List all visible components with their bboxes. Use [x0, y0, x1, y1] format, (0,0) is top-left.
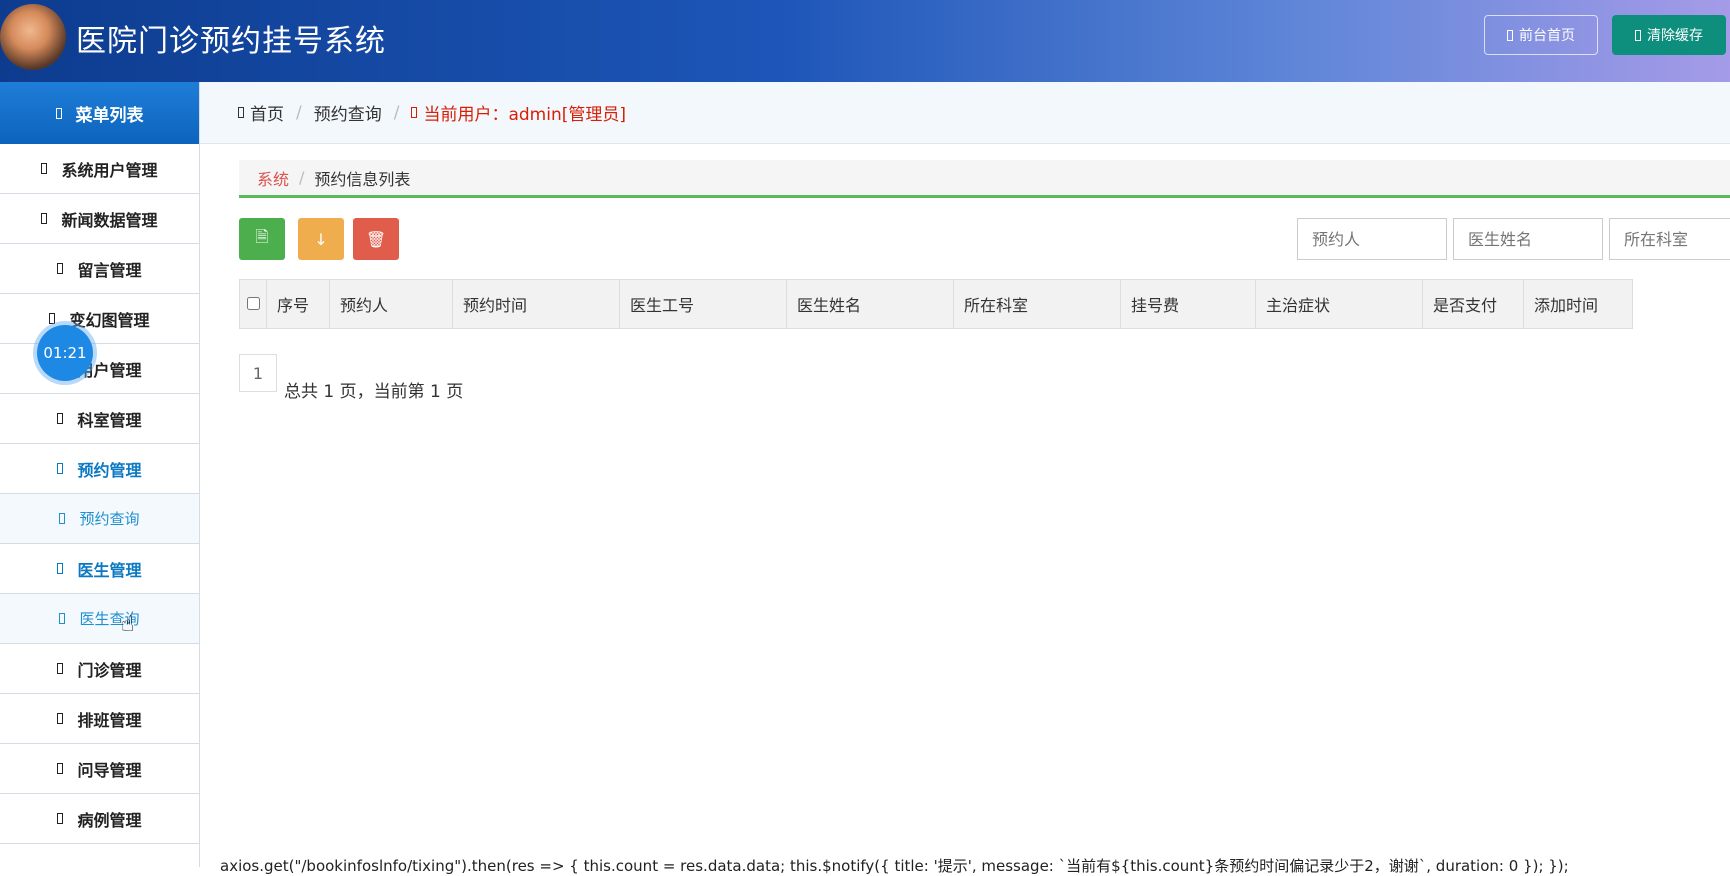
download-button[interactable]: ↓ [298, 218, 344, 260]
sidebar-title-label: 菜单列表 [75, 105, 144, 126]
user-icon [411, 107, 418, 118]
column-header[interactable]: 是否支付 [1422, 279, 1524, 329]
recording-timer-badge[interactable]: 01:21 [37, 325, 93, 381]
clear-cache-button[interactable]: 清除缓存 [1612, 15, 1726, 55]
breadcrumb-home[interactable]: 首页 [250, 100, 284, 125]
folder-icon [57, 263, 64, 274]
export-excel-button[interactable]: 🗎 [239, 218, 285, 260]
sidebar-item-label: 预约管理 [77, 460, 142, 480]
file-icon [59, 613, 66, 624]
select-all-checkbox[interactable] [247, 297, 260, 310]
clear-cache-label: 清除缓存 [1647, 28, 1703, 44]
menu-icon [55, 107, 62, 119]
home-icon [238, 107, 244, 118]
sidebar-item-label: 留言管理 [77, 260, 142, 280]
trash-icon [1635, 29, 1641, 41]
front-home-label: 前台首页 [1519, 28, 1575, 44]
top-header: 医院门诊预约挂号系统 前台首页 清除缓存 [0, 0, 1730, 82]
sidebar-item-label: 病例管理 [77, 810, 142, 830]
sidebar-item-users[interactable]: 用户管理 [0, 344, 199, 394]
current-user: 当前用户：admin[管理员] [423, 105, 626, 125]
file-icon [59, 513, 66, 524]
table-header-row: 序号 预约人 预约时间 医生工号 医生姓名 所在科室 挂号费 主治症状 是否支付… [239, 279, 1633, 329]
department-search-input[interactable] [1609, 218, 1730, 260]
excel-icon: 🗎 [255, 226, 269, 246]
breadcrumb: 首页 / 预约查询 / 当前用户：admin[管理员] [200, 82, 1730, 144]
folder-icon [57, 713, 64, 724]
sidebar-item-label: 排班管理 [77, 710, 142, 730]
avatar [0, 4, 66, 70]
sidebar-item-label: 预约查询 [79, 510, 140, 528]
sub-breadcrumb: 系统 / 预约信息列表 [239, 160, 1730, 198]
sidebar-item-news[interactable]: 新闻数据管理 [0, 194, 199, 244]
sidebar-item-cases[interactable]: 病例管理 [0, 794, 199, 844]
booker-search-input[interactable] [1297, 218, 1447, 260]
folder-icon [49, 313, 56, 324]
delete-button[interactable]: 🗑 [353, 218, 399, 260]
sidebar-subitem-doctor-query[interactable]: 医生查询 [0, 594, 199, 644]
sidebar-item-label: 变幻图管理 [69, 310, 150, 330]
home-icon [1507, 29, 1513, 41]
select-all-cell [239, 279, 267, 329]
sidebar-item-schedule[interactable]: 排班管理 [0, 694, 199, 744]
folder-icon [57, 463, 64, 474]
appointments-table: 序号 预约人 预约时间 医生工号 医生姓名 所在科室 挂号费 主治症状 是否支付… [239, 279, 1633, 329]
sub-breadcrumb-current: 预约信息列表 [314, 169, 411, 189]
folder-icon [41, 213, 48, 224]
column-header[interactable]: 添加时间 [1523, 279, 1633, 329]
column-header[interactable]: 主治症状 [1255, 279, 1423, 329]
sidebar-item-appointments[interactable]: 预约管理 [0, 444, 199, 494]
debug-code-text: axios.get("/bookinfoslnfo/tixing").then(… [220, 857, 1569, 875]
trash-icon: 🗑 [365, 229, 387, 249]
sidebar-item-doctors[interactable]: 医生管理 [0, 544, 199, 594]
sidebar-item-label: 系统用户管理 [61, 160, 158, 180]
breadcrumb-separator: / [296, 102, 302, 123]
breadcrumb-page: 预约查询 [313, 105, 382, 125]
sidebar-title: 菜单列表 [0, 82, 199, 144]
sidebar-item-system-users[interactable]: 系统用户管理 [0, 144, 199, 194]
page-1-button[interactable]: 1 [239, 354, 277, 392]
sidebar-item-messages[interactable]: 留言管理 [0, 244, 199, 294]
sidebar-item-label: 医生管理 [77, 560, 142, 580]
sidebar-item-label: 科室管理 [77, 410, 142, 430]
breadcrumb-separator: / [393, 102, 400, 123]
folder-icon [57, 413, 64, 424]
sidebar-item-label: 门诊管理 [77, 660, 142, 680]
sub-breadcrumb-root[interactable]: 系统 [257, 166, 289, 190]
sidebar-item-outpatient[interactable]: 门诊管理 [0, 644, 199, 694]
sidebar-item-departments[interactable]: 科室管理 [0, 394, 199, 444]
doctor-name-search-input[interactable] [1453, 218, 1603, 260]
breadcrumb-separator: / [299, 168, 305, 187]
sidebar-item-label: 问导管理 [77, 760, 142, 780]
folder-icon [57, 813, 64, 824]
download-icon: ↓ [314, 229, 328, 249]
folder-icon [57, 763, 64, 774]
column-header[interactable]: 医生姓名 [786, 279, 954, 329]
sidebar: 菜单列表 系统用户管理 新闻数据管理 留言管理 变幻图管理 用户管理 科室管理 … [0, 82, 200, 867]
sidebar-item-label: 新闻数据管理 [61, 210, 158, 230]
sidebar-subitem-appointment-query[interactable]: 预约查询 [0, 494, 199, 544]
column-header[interactable]: 序号 [266, 279, 330, 329]
app-title: 医院门诊预约挂号系统 [76, 24, 386, 59]
pager-summary: 总共 1 页，当前第 1 页 [284, 382, 464, 402]
folder-icon [41, 163, 48, 174]
sidebar-item-guidance[interactable]: 问导管理 [0, 744, 199, 794]
front-home-button[interactable]: 前台首页 [1484, 15, 1598, 55]
folder-icon [57, 663, 64, 674]
column-header[interactable]: 医生工号 [619, 279, 787, 329]
column-header[interactable]: 所在科室 [953, 279, 1121, 329]
column-header[interactable]: 挂号费 [1120, 279, 1256, 329]
column-header[interactable]: 预约人 [329, 279, 453, 329]
sidebar-item-slideshow[interactable]: 变幻图管理 [0, 294, 199, 344]
column-header[interactable]: 预约时间 [452, 279, 620, 329]
mouse-pointer-icon: ☝ [121, 612, 135, 637]
folder-icon [57, 563, 64, 574]
